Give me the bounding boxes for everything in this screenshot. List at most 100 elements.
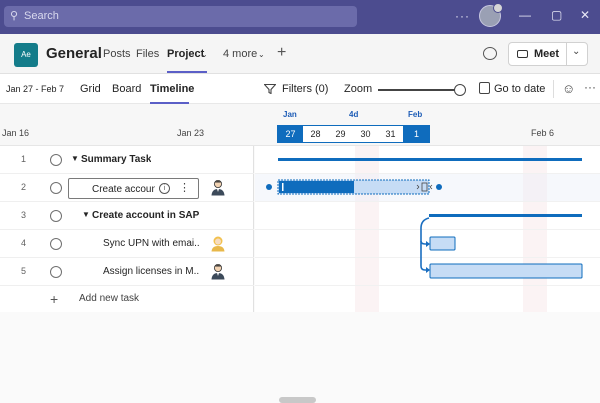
chevron-down-icon[interactable]: ⌄ (572, 46, 580, 57)
text-cursor (282, 183, 284, 191)
complete-checkbox[interactable] (50, 210, 62, 222)
table-row[interactable]: 4 Sync UPN with emai... (0, 230, 254, 258)
table-row[interactable]: 3 ▼ Create account in SAP (0, 202, 254, 230)
avatar[interactable] (479, 3, 503, 27)
month-label: Feb (408, 110, 423, 119)
go-to-date-button[interactable]: Go to date (494, 83, 545, 95)
summary-bar[interactable] (278, 158, 582, 161)
task-list: 1 ▼ Summary Task 2 Create account i ⋮ 3 (0, 146, 254, 312)
task-name[interactable]: Create account (92, 184, 155, 195)
gantt-chart (255, 146, 600, 312)
day-cell[interactable]: 31 (378, 126, 403, 142)
video-camera-icon (517, 50, 528, 58)
chevron-down-icon[interactable]: ⌄ (258, 50, 265, 59)
complete-checkbox[interactable] (50, 238, 62, 250)
channel-header: Ae General Posts Files Project ⌄ 4 more … (0, 34, 600, 74)
complete-checkbox[interactable] (50, 266, 62, 278)
filter-icon[interactable] (264, 84, 276, 94)
divider (553, 80, 554, 98)
row-number: 1 (21, 154, 27, 164)
day-cell[interactable]: 27 (278, 126, 303, 142)
dependency-handle[interactable] (436, 184, 442, 190)
zoom-label: Zoom (344, 83, 373, 95)
search-icon: ⚲ (10, 10, 19, 22)
more-options-icon[interactable]: ··· (584, 80, 596, 94)
task-bar-progress (279, 181, 354, 193)
day-cell[interactable]: 30 (353, 126, 378, 142)
tab-files[interactable]: Files (136, 48, 159, 60)
task-name[interactable]: Assign licenses in M... (103, 266, 199, 277)
date-label: Jan 23 (177, 128, 205, 138)
view-grid[interactable]: Grid (80, 83, 101, 95)
chat-icon[interactable] (483, 47, 497, 60)
row-number: 4 (21, 238, 27, 248)
task-name[interactable]: Create account in SAP (92, 210, 199, 221)
day-cell[interactable]: 28 (303, 126, 328, 142)
search-placeholder: Search (24, 10, 59, 22)
task-bar[interactable] (429, 263, 583, 279)
dependency-handle[interactable] (266, 184, 272, 190)
gantt-bars (266, 158, 583, 279)
chevron-down-icon[interactable]: ▼ (82, 210, 90, 219)
chevron-down-icon[interactable]: ▼ (71, 154, 79, 163)
meet-label: Meet (534, 48, 560, 60)
duration-label: 4d (349, 110, 359, 119)
tab-more[interactable]: 4 more (223, 48, 257, 60)
tab-project[interactable]: Project (167, 48, 204, 60)
filters-button[interactable]: Filters (0) (282, 83, 328, 95)
table-row[interactable]: 1 ▼ Summary Task (0, 146, 254, 174)
add-icon[interactable]: + (50, 291, 58, 307)
planner-toolbar: Jan 27 - Feb 7 Grid Board Timeline Filte… (0, 74, 600, 104)
divider (566, 43, 567, 65)
info-icon[interactable]: i (159, 183, 170, 194)
dependency-line (420, 217, 430, 245)
date-label: Feb 6 (531, 128, 555, 138)
task-name[interactable]: Sync UPN with emai... (103, 238, 199, 249)
meet-button[interactable]: Meet ⌄ (508, 42, 588, 66)
day-cell[interactable]: 1 (403, 126, 430, 142)
day-cell[interactable]: 29 (328, 126, 353, 142)
summary-bar[interactable] (429, 214, 582, 217)
arrow-icon (426, 241, 430, 247)
view-board[interactable]: Board (112, 83, 141, 95)
active-tab-indicator (167, 71, 207, 73)
close-icon[interactable]: ✕ (580, 8, 590, 22)
date-range: Jan 27 - Feb 7 (6, 84, 65, 94)
selected-date-range[interactable]: 27 28 29 30 31 1 (277, 125, 430, 143)
add-task-row[interactable]: + Add new task (0, 286, 254, 312)
assignee-avatar[interactable] (210, 179, 226, 196)
zoom-slider[interactable] (378, 89, 460, 91)
more-icon[interactable]: ··· (455, 9, 470, 23)
tab-posts[interactable]: Posts (103, 48, 131, 60)
task-name-input[interactable]: Create account i ⋮ (68, 178, 199, 199)
view-timeline[interactable]: Timeline (150, 83, 194, 95)
more-vertical-icon[interactable]: ⋮ (179, 181, 190, 195)
complete-checkbox[interactable] (50, 182, 62, 194)
row-number: 5 (21, 266, 27, 276)
complete-checkbox[interactable] (50, 154, 62, 166)
assignee-avatar[interactable] (210, 235, 226, 252)
timeline-date-header: Jan 16 Jan 23 Jan 4d Feb 27 28 29 30 31 … (0, 104, 600, 146)
row-number: 3 (21, 210, 27, 220)
emoji-icon[interactable]: ☺ (562, 81, 575, 96)
add-tab-icon[interactable]: + (277, 44, 286, 62)
title-bar: ⚲ Search ··· — ▢ ✕ (0, 0, 600, 34)
channel-title: General (46, 45, 102, 62)
search-input[interactable]: ⚲ Search (4, 6, 357, 27)
table-row[interactable]: 2 Create account i ⋮ (0, 174, 254, 202)
team-avatar[interactable]: Ae (14, 43, 38, 67)
chevron-down-icon[interactable]: ⌄ (201, 50, 208, 59)
task-bar[interactable] (429, 236, 456, 251)
date-label: Jan 16 (2, 128, 30, 138)
add-task-button[interactable]: Add new task (79, 293, 139, 304)
task-grid: 1 ▼ Summary Task 2 Create account i ⋮ 3 (0, 146, 600, 403)
maximize-icon[interactable]: ▢ (551, 8, 562, 22)
calendar-icon[interactable] (479, 82, 490, 94)
minimize-icon[interactable]: — (519, 8, 531, 22)
assignee-avatar[interactable] (210, 263, 226, 280)
horizontal-scrollbar[interactable] (279, 397, 316, 403)
table-row[interactable]: 5 Assign licenses in M... (0, 258, 254, 286)
zoom-slider-thumb[interactable] (454, 84, 466, 96)
task-name[interactable]: Summary Task (81, 154, 151, 165)
arrow-icon (426, 267, 430, 273)
